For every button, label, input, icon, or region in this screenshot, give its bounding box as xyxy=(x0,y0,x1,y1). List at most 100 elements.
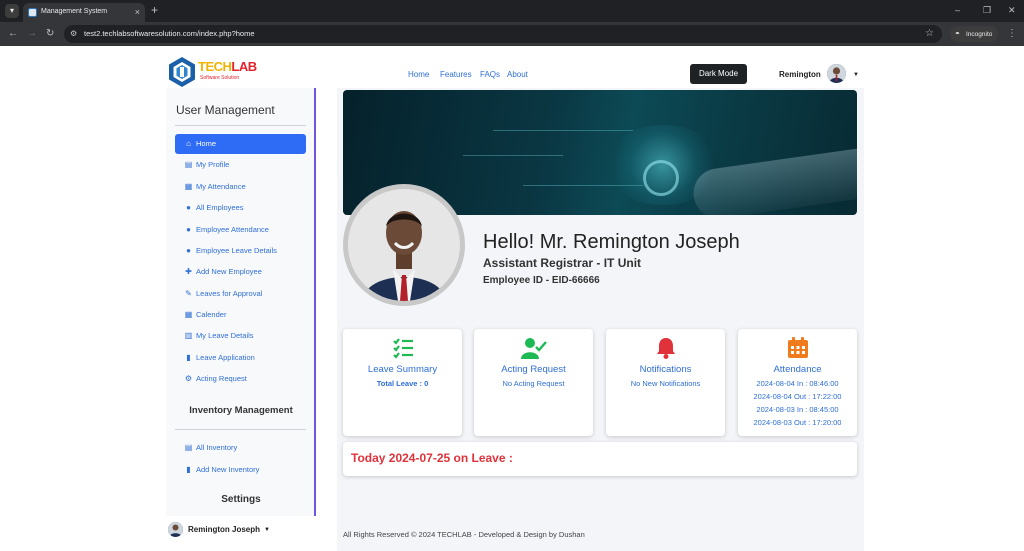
calendar-grid-icon: ▦ xyxy=(184,310,193,319)
reload-icon[interactable]: ↻ xyxy=(46,27,54,41)
settings-heading[interactable]: Settings xyxy=(166,494,316,506)
sidebar-item-label: All Inventory xyxy=(196,443,238,452)
browser-toolbar: ← → ↻ ⚙ test2.techlabsoftwaresolution.co… xyxy=(0,22,1024,46)
minimize-icon[interactable]: – xyxy=(955,4,960,16)
card-leave-summary[interactable]: Leave Summary Total Leave : 0 xyxy=(343,329,462,436)
url-text[interactable]: test2.techlabsoftwaresolution.com/index.… xyxy=(84,29,255,39)
back-icon[interactable]: ← xyxy=(8,27,18,41)
user-icon: ● xyxy=(186,225,191,234)
sidebar-item-my-attendance[interactable]: ▦ My Attendance xyxy=(175,177,306,197)
sidebar-item-leaves-for-approval[interactable]: ✎ Leaves for Approval xyxy=(175,284,306,304)
card-title: Leave Summary xyxy=(367,364,438,375)
sidebar-user-name: Remington Joseph xyxy=(188,525,261,534)
edit-icon: ✎ xyxy=(185,289,192,298)
checklist-icon xyxy=(343,337,462,359)
card-attendance[interactable]: Attendance 2024-08-04 In : 08:46:00 2024… xyxy=(738,329,857,436)
sidebar-item-label: Leaves for Approval xyxy=(196,289,263,298)
sidebar-item-employee-attendance[interactable]: ● Employee Attendance xyxy=(175,220,306,240)
card-line: 2024-08-03 Out : 17:20:00 xyxy=(753,418,842,427)
sidebar-user-dropdown[interactable]: Remington Joseph ▼ xyxy=(166,521,316,541)
user-check-icon xyxy=(474,337,593,359)
footer-text: All Rights Reserved © 2024 TECHLAB - Dev… xyxy=(343,530,585,539)
sidebar-item-label: Acting Request xyxy=(196,374,247,383)
sidebar-item-add-new-inventory[interactable]: ▮ Add New Inventory xyxy=(175,460,306,480)
user-gear-icon: ⚙ xyxy=(184,374,193,383)
card-title: Notifications xyxy=(639,364,692,375)
browser-tab[interactable]: Management System × xyxy=(23,3,145,22)
techlab-logo[interactable]: TECHLAB Software Solution xyxy=(166,56,266,88)
sidebar-item-leave-application[interactable]: ▮ Leave Application xyxy=(175,348,306,368)
card-line: 2024-08-03 In : 08:45:00 xyxy=(756,405,839,414)
table-icon: ▥ xyxy=(184,331,193,340)
tab-title: Management System xyxy=(41,8,108,15)
card-line: No Acting Request xyxy=(502,379,565,388)
sidebar-item-acting-request[interactable]: ⚙ Acting Request xyxy=(175,369,306,389)
sidebar-item-calender[interactable]: ▦ Calender xyxy=(175,305,306,325)
top-navbar: TECHLAB Software Solution Home Features … xyxy=(166,46,864,90)
sidebar-item-employee-leave-details[interactable]: ● Employee Leave Details xyxy=(175,241,306,261)
card-title: Acting Request xyxy=(501,364,566,375)
user-icon: ● xyxy=(186,203,191,212)
card-title: Attendance xyxy=(773,364,822,375)
sidebar: User Management ⌂ Home ▤ My Profile ▦ My… xyxy=(166,88,316,516)
sidebar-item-all-inventory[interactable]: ▤ All Inventory xyxy=(175,438,306,458)
nav-link-features[interactable]: Features xyxy=(440,70,472,80)
sidebar-item-label: All Employees xyxy=(196,203,244,212)
greeting-heading: Hello! Mr. Remington Joseph xyxy=(483,231,740,253)
card-line: 2024-08-04 Out : 17:22:00 xyxy=(753,392,842,401)
main-content: Hello! Mr. Remington Joseph Assistant Re… xyxy=(337,88,864,551)
sidebar-item-label: Leave Application xyxy=(196,353,255,362)
chevron-down-icon: ▼ xyxy=(264,527,270,533)
page: TECHLAB Software Solution Home Features … xyxy=(0,46,1024,551)
card-line: No New Notifications xyxy=(630,379,701,388)
sidebar-divider xyxy=(175,429,306,430)
sidebar-item-label: Calender xyxy=(196,310,227,319)
calendar-icon xyxy=(738,337,857,359)
user-icon: ● xyxy=(186,246,191,255)
building-icon: ▤ xyxy=(184,443,193,452)
restore-icon[interactable]: ❐ xyxy=(983,4,991,16)
browser-tab-bar: ▾ Management System × + – ❐ ✕ xyxy=(0,0,1024,22)
navbar-avatar[interactable] xyxy=(827,64,846,83)
logo-subtitle: Software Solution xyxy=(200,75,240,81)
dark-mode-button[interactable]: Dark Mode xyxy=(690,64,747,84)
favicon-icon xyxy=(28,8,37,17)
employee-id: Employee ID - EID-66666 xyxy=(483,275,600,286)
avatar xyxy=(168,522,183,537)
file-plus-icon: ▮ xyxy=(186,465,191,474)
tab-search-icon[interactable]: ▾ xyxy=(5,4,19,18)
bell-icon xyxy=(606,337,725,359)
sidebar-item-all-employees[interactable]: ● All Employees xyxy=(175,198,306,218)
card-line: 2024-08-04 In : 08:46:00 xyxy=(756,379,839,388)
sidebar-item-add-new-employee[interactable]: ✚ Add New Employee xyxy=(175,262,306,282)
sidebar-item-label: My Profile xyxy=(196,160,230,169)
id-card-icon: ▤ xyxy=(184,160,193,169)
role-text: Assistant Registrar - IT Unit xyxy=(483,256,642,270)
forward-icon[interactable]: → xyxy=(27,27,37,41)
navbar-user-caret-icon[interactable]: ▼ xyxy=(853,70,859,80)
new-tab-button[interactable]: + xyxy=(151,3,158,17)
sidebar-divider xyxy=(175,125,306,126)
site-info-icon[interactable]: ⚙ xyxy=(70,27,77,41)
incognito-badge[interactable]: ◓ Incognito xyxy=(950,26,998,42)
card-acting-request[interactable]: Acting Request No Acting Request xyxy=(474,329,593,436)
logo-mark-icon xyxy=(169,57,195,87)
bookmark-star-icon[interactable]: ☆ xyxy=(925,27,934,41)
inventory-heading: Inventory Management xyxy=(189,405,293,416)
nav-link-home[interactable]: Home xyxy=(408,70,429,80)
nav-link-faqs[interactable]: FAQs xyxy=(480,70,500,80)
card-notifications[interactable]: Notifications No New Notifications xyxy=(606,329,725,436)
close-window-icon[interactable]: ✕ xyxy=(1008,4,1016,16)
navbar-user-name[interactable]: Remington xyxy=(779,70,821,80)
address-bar[interactable]: ⚙ test2.techlabsoftwaresolution.com/inde… xyxy=(64,25,942,43)
sidebar-item-my-profile[interactable]: ▤ My Profile xyxy=(175,155,306,175)
today-leave-panel: Today 2024-07-25 on Leave : xyxy=(343,442,857,476)
sidebar-item-my-leave-details[interactable]: ▥ My Leave Details xyxy=(175,326,306,346)
profile-photo xyxy=(343,184,465,306)
sidebar-item-label: Add New Employee xyxy=(196,267,262,276)
sidebar-item-home[interactable]: ⌂ Home xyxy=(175,134,306,154)
tab-close-icon[interactable]: × xyxy=(135,6,140,18)
logo-text: TECHLAB xyxy=(198,59,257,74)
browser-menu-icon[interactable]: ⋮ xyxy=(1007,27,1017,41)
nav-link-about[interactable]: About xyxy=(507,70,528,80)
